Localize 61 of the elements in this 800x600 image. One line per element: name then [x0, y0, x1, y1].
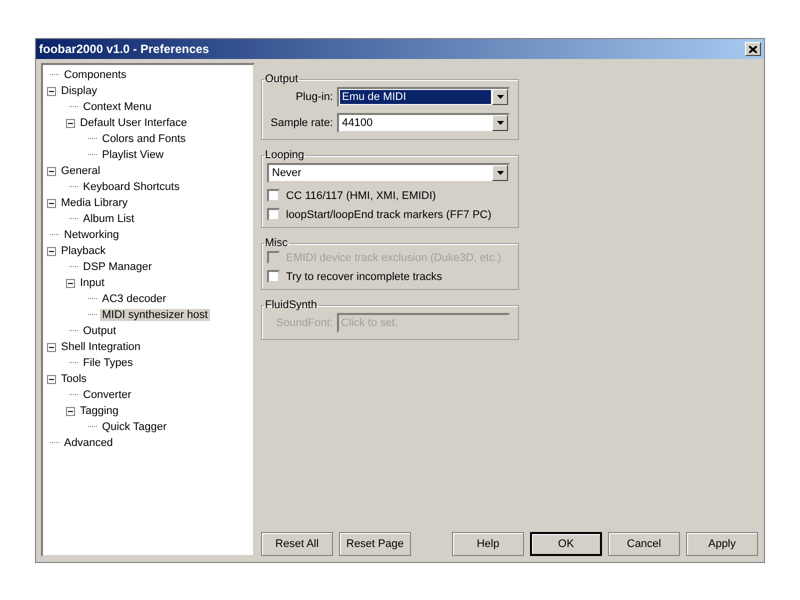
collapse-icon[interactable] [47, 86, 56, 96]
group-title: Misc [264, 237, 289, 249]
tree-item[interactable]: Keyboard Shortcuts [81, 181, 182, 193]
dropdown-value: Emu de MIDI [340, 90, 491, 104]
dialog-button[interactable]: Cancel [608, 532, 680, 556]
tree-item[interactable]: Tagging [78, 405, 121, 417]
collapse-icon[interactable] [47, 342, 56, 352]
tree-item[interactable]: Converter [81, 389, 134, 401]
dialog-button[interactable]: Reset Page [339, 532, 411, 556]
tree-item[interactable]: Display [59, 85, 100, 97]
close-button[interactable] [745, 42, 761, 56]
checkbox-label[interactable]: loopStart/loopEnd track markers (FF7 PC) [267, 208, 510, 221]
dropdown[interactable]: 44100 [337, 113, 510, 133]
tree-item[interactable]: Output [81, 325, 118, 337]
collapse-icon[interactable] [47, 374, 56, 384]
tree-item[interactable]: Playlist View [100, 149, 166, 161]
tree-item[interactable]: Playback [59, 245, 108, 257]
dropdown-arrow-icon [496, 95, 504, 99]
tree-item[interactable]: Media Library [59, 197, 130, 209]
checkbox-label[interactable]: Try to recover incomplete tracks [267, 270, 510, 283]
checkbox[interactable] [267, 270, 280, 283]
tree-item[interactable]: Components [62, 69, 128, 81]
collapse-icon[interactable] [47, 198, 56, 208]
checkbox-label[interactable]: CC 116/117 (HMI, XMI, EMIDI) [267, 189, 510, 202]
tree-item[interactable]: Colors and Fonts [100, 133, 188, 145]
tree-item[interactable]: MIDI synthesizer host [100, 309, 210, 321]
collapse-icon[interactable] [47, 166, 56, 176]
tree-item[interactable]: Default User Interface [78, 117, 189, 129]
dialog-button[interactable]: Help [452, 532, 524, 556]
field-label: Sample rate: [270, 117, 333, 129]
dropdown-arrow-icon [496, 171, 504, 175]
group-title: Looping [264, 149, 306, 161]
dialog-button[interactable]: Apply [686, 532, 758, 556]
dropdown[interactable]: Emu de MIDI [337, 87, 510, 107]
field-label: Plug-in: [294, 91, 333, 103]
tree-item[interactable]: DSP Manager [81, 261, 154, 273]
collapse-icon[interactable] [47, 246, 56, 256]
dialog-button[interactable]: OK [530, 532, 602, 556]
collapse-icon[interactable] [66, 278, 75, 288]
tree-item[interactable]: Album List [81, 213, 136, 225]
tree-item[interactable]: Quick Tagger [100, 421, 169, 433]
tree-item[interactable]: General [59, 165, 102, 177]
checkbox[interactable] [267, 189, 280, 202]
dropdown-arrow-icon [496, 121, 504, 125]
window-title: foobar2000 v1.0 - Preferences [39, 42, 210, 56]
tree-item[interactable]: Advanced [62, 437, 115, 449]
group-title: FluidSynth [264, 299, 318, 311]
tree-item[interactable]: Networking [62, 229, 122, 241]
tree-item[interactable]: Context Menu [81, 101, 154, 113]
tree-item[interactable]: File Types [81, 357, 135, 369]
collapse-icon[interactable] [66, 118, 75, 128]
dialog-button[interactable]: Reset All [261, 532, 333, 556]
checkbox[interactable] [267, 208, 280, 221]
tree-item[interactable]: Shell Integration [59, 341, 142, 353]
close-icon [749, 46, 757, 52]
tree-item[interactable]: Tools [59, 373, 89, 385]
dropdown[interactable]: Never [267, 163, 510, 183]
tree-item[interactable]: Input [78, 277, 106, 289]
group-title: Output [264, 73, 300, 85]
tree-item[interactable]: AC3 decoder [100, 293, 168, 305]
collapse-icon[interactable] [66, 406, 75, 416]
